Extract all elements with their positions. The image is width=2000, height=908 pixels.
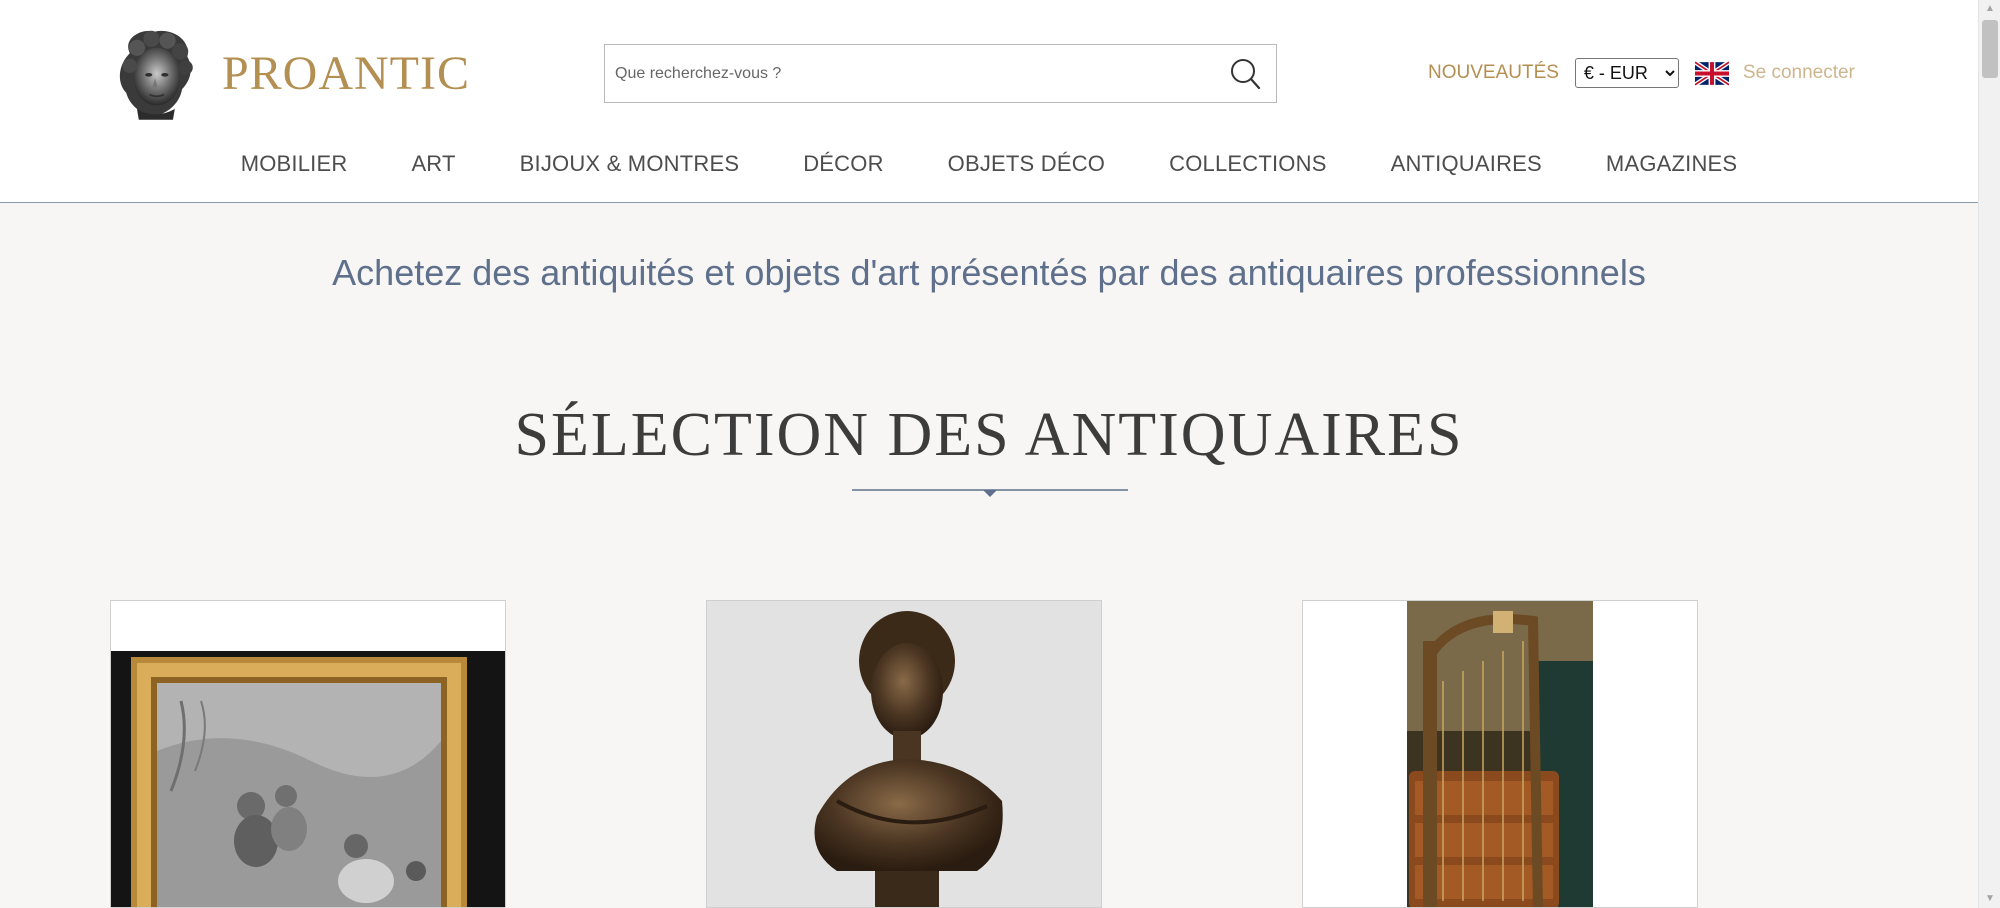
search-icon[interactable] <box>1228 57 1262 91</box>
search-input[interactable] <box>615 45 1215 102</box>
nouveautes-link[interactable]: NOUVEAUTÉS <box>1428 62 1559 84</box>
nav-item-objets-deco[interactable]: OBJETS DÉCO <box>948 142 1105 186</box>
search-box <box>604 44 1277 103</box>
login-link[interactable]: Se connecter <box>1743 62 1855 84</box>
nav-item-magazines[interactable]: MAGAZINES <box>1606 142 1737 186</box>
scroll-up-arrow-icon[interactable]: ▲ <box>1979 0 2000 18</box>
nav-item-mobilier[interactable]: MOBILIER <box>241 142 348 186</box>
nav-item-bijoux-montres[interactable]: BIJOUX & MONTRES <box>520 142 740 186</box>
site-header: PROANTIC NOUVEAUTÉS € - EUR Se connecter… <box>0 0 1978 203</box>
scroll-down-arrow-icon[interactable]: ▼ <box>1979 890 2000 908</box>
bust-logo-icon <box>119 30 193 120</box>
nav-item-decor[interactable]: DÉCOR <box>803 142 883 186</box>
brand-name: PROANTIC <box>221 46 470 100</box>
nav-item-antiquaires[interactable]: ANTIQUAIRES <box>1391 142 1542 186</box>
site-logo[interactable]: PROANTIC <box>110 18 470 128</box>
page-scrollbar[interactable]: ▲ ▼ <box>1978 0 2000 908</box>
scrollbar-thumb[interactable] <box>1982 20 1998 78</box>
section-title: SÉLECTION DES ANTIQUAIRES <box>514 401 1464 469</box>
header-utility-links: NOUVEAUTÉS € - EUR Se connecter <box>1428 56 1855 90</box>
product-card[interactable] <box>706 600 1102 908</box>
title-divider <box>852 489 1128 497</box>
product-image-bronze-bust[interactable] <box>707 601 1102 908</box>
uk-flag-icon[interactable] <box>1694 60 1729 86</box>
main-nav: MOBILIER ART BIJOUX & MONTRES DÉCOR OBJE… <box>0 142 1978 186</box>
product-image-harp-and-commode[interactable] <box>1303 601 1698 908</box>
product-image-framed-engraving[interactable] <box>111 601 506 908</box>
product-card[interactable] <box>1302 600 1698 908</box>
nav-item-collections[interactable]: COLLECTIONS <box>1169 142 1326 186</box>
product-card[interactable] <box>110 600 506 908</box>
currency-select[interactable]: € - EUR <box>1574 58 1679 88</box>
nav-item-art[interactable]: ART <box>411 142 455 186</box>
tagline: Achetez des antiquités et objets d'art p… <box>332 252 1646 293</box>
